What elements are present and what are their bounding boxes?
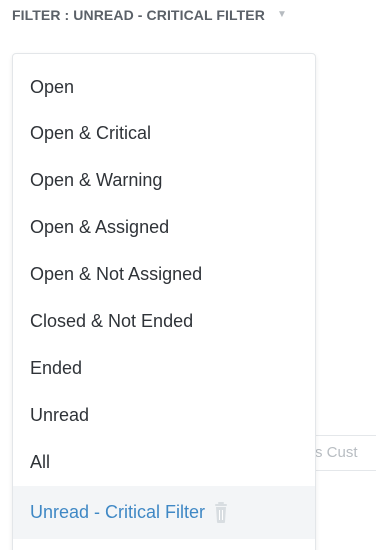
menu-item-label: Unread (30, 405, 90, 425)
menu-item-unread-critical-filter[interactable]: Unread - Critical Filter (13, 486, 315, 539)
filter-dropdown-menu: Open Open & Critical Open & Warning Open… (12, 53, 316, 550)
menu-item-label: Open & Warning (30, 170, 163, 190)
menu-item-open-warning[interactable]: Open & Warning (13, 157, 315, 204)
filter-label: FILTER : UNREAD - CRITICAL FILTER (12, 7, 265, 23)
menu-item-label: Open & Not Assigned (30, 264, 203, 284)
menu-item-label: Open & Critical (30, 123, 152, 143)
menu-item-open-critical[interactable]: Open & Critical (13, 110, 315, 157)
filter-dropdown-screen: FILTER : UNREAD - CRITICAL FILTER ▼ s Cu… (0, 0, 376, 550)
menu-item-label: Closed & Not Ended (30, 311, 194, 331)
menu-item-open-not-assigned[interactable]: Open & Not Assigned (13, 251, 315, 298)
menu-item-open-assigned[interactable]: Open & Assigned (13, 204, 315, 251)
menu-item-open[interactable]: Open (13, 54, 315, 110)
menu-item-closed-not-ended[interactable]: Closed & Not Ended (13, 298, 315, 345)
menu-item-label: Unread - Critical Filter (30, 502, 206, 522)
caret-down-icon: ▼ (276, 8, 287, 20)
menu-item-label: All (30, 452, 51, 472)
menu-item-label: Open & Assigned (30, 217, 170, 237)
menu-item-ended[interactable]: Ended (13, 345, 315, 392)
background-input-text: s Cust (315, 444, 358, 461)
menu-item-label: Open (30, 76, 75, 97)
menu-item-label: Ended (30, 358, 83, 378)
menu-item-unread[interactable]: Unread (13, 392, 315, 439)
trash-icon[interactable] (211, 501, 231, 525)
filter-toggle[interactable]: FILTER : UNREAD - CRITICAL FILTER ▼ (12, 7, 287, 23)
menu-item-all[interactable]: All (13, 439, 315, 486)
